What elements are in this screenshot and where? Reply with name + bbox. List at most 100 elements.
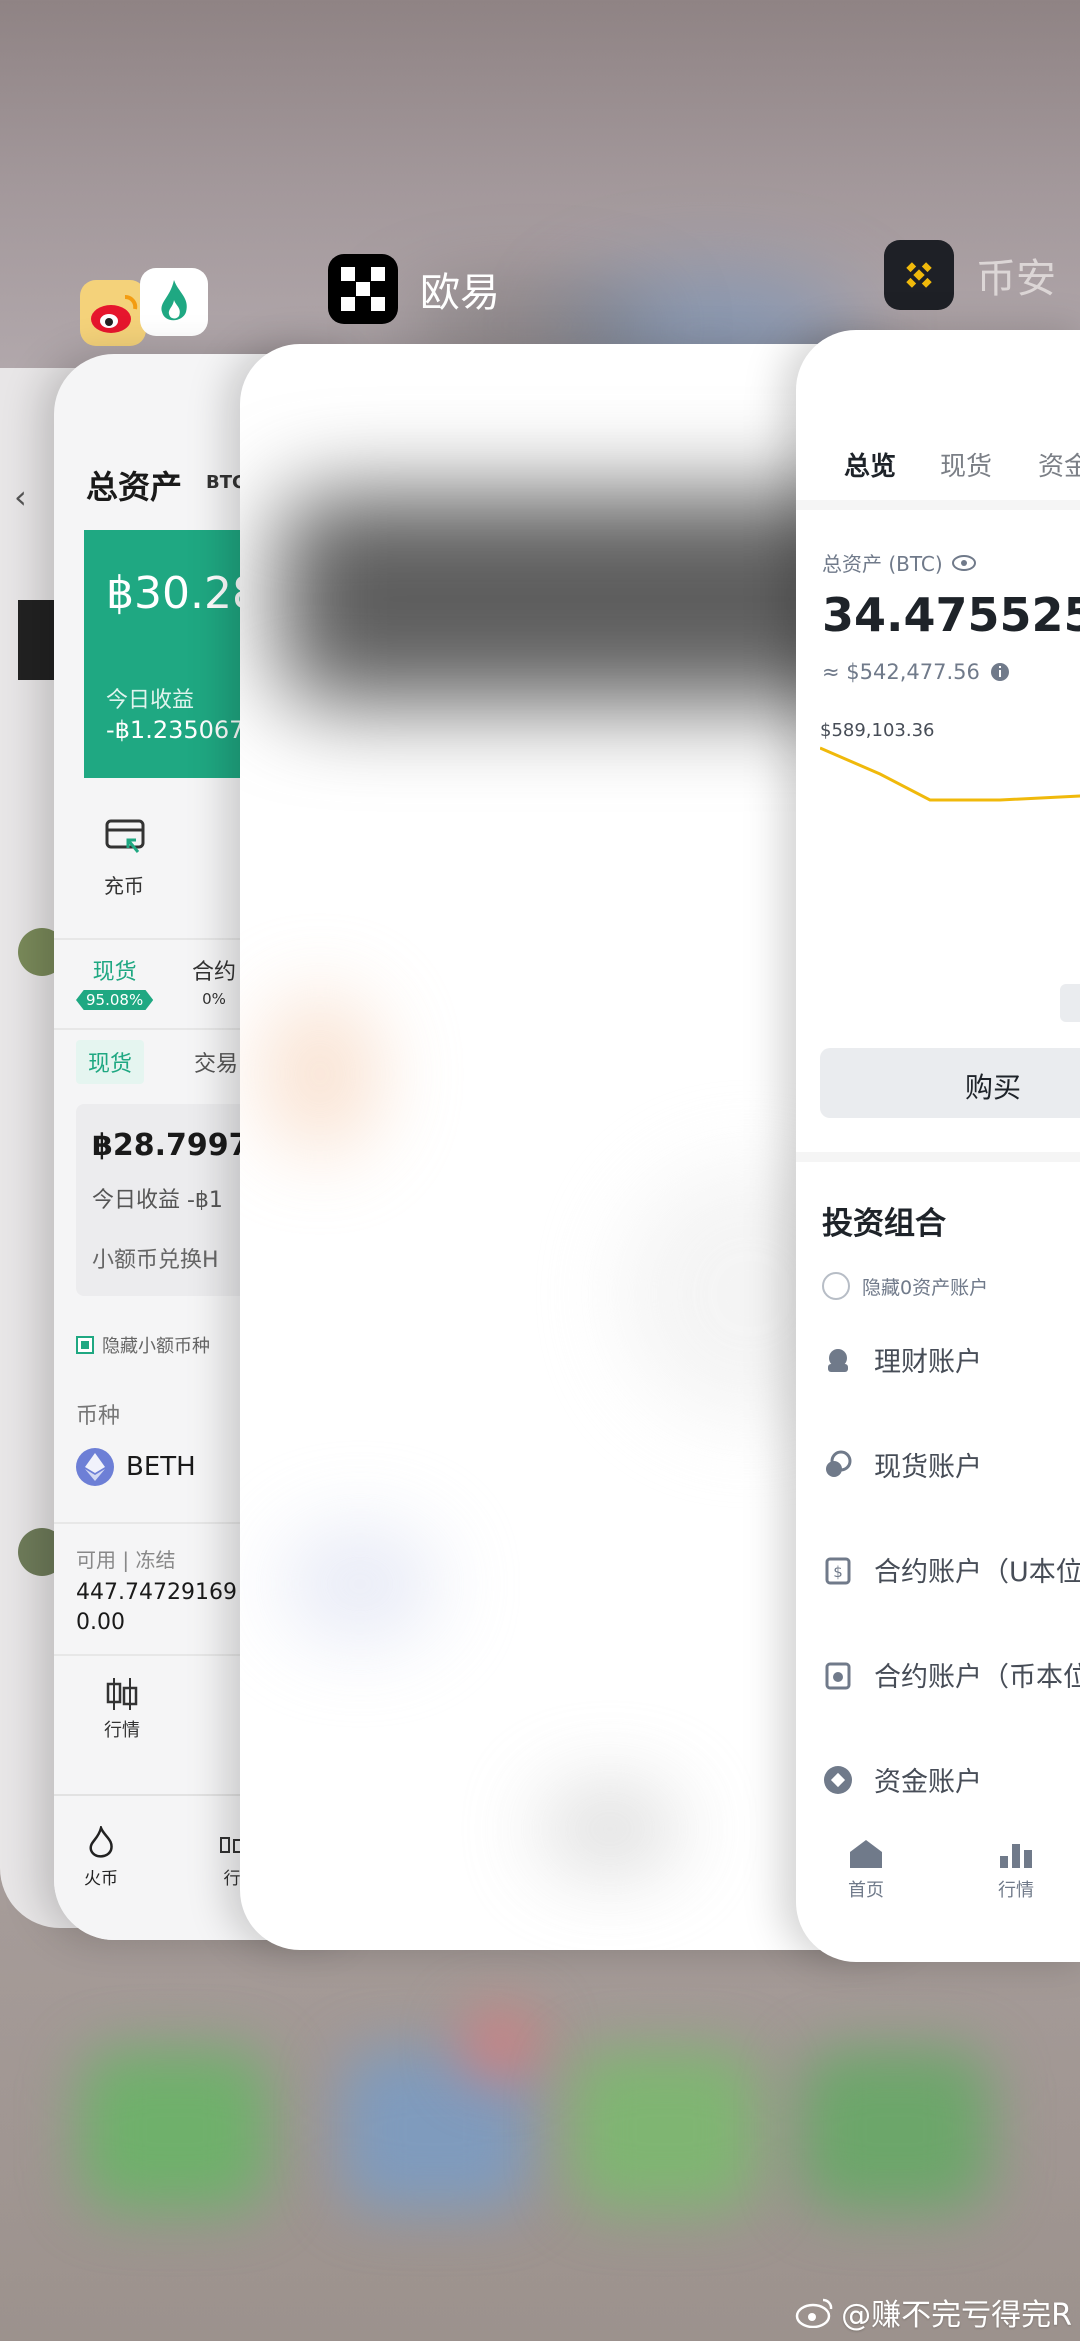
usd-contract-icon: $ (822, 1554, 854, 1586)
market-button[interactable]: 行情 (104, 1676, 140, 1742)
account-row-earn[interactable]: 理财账户 (822, 1340, 982, 1379)
asset-trend-line (820, 746, 1080, 802)
account-row-coinm-futures[interactable]: 合约账户（币本位 (822, 1655, 1080, 1694)
nav-huobi[interactable]: 火币 (84, 1823, 118, 1889)
dock-app-wechat (800, 2050, 990, 2210)
divider (796, 500, 1080, 510)
post-thumbnail (18, 600, 58, 680)
tab-futures[interactable]: 合约 0% (192, 954, 236, 1008)
weibo-icon (80, 280, 146, 346)
today-pnl-label: 今日收益 (106, 688, 195, 713)
portfolio-title: 投资组合 (822, 1206, 946, 1242)
nav-markets[interactable]: 行情 (998, 1838, 1034, 1902)
chart-range-button[interactable] (1060, 984, 1080, 1022)
watermark: @赚不完亏得完R (795, 2290, 1072, 2334)
svg-text:$: $ (833, 1563, 843, 1581)
nav-home-label: 首页 (848, 1880, 884, 1901)
dock-badge (460, 2010, 540, 2080)
hide-small-label: 隐藏小额币种 (102, 1336, 210, 1357)
market-label: 行情 (104, 1720, 140, 1741)
ethereum-icon (76, 1448, 114, 1486)
checkbox[interactable] (76, 1336, 94, 1354)
huobi-flame-icon (140, 268, 208, 336)
hide-small-toggle[interactable]: 隐藏小额币种 (76, 1332, 210, 1358)
balance-value: ฿30.28 (106, 568, 260, 619)
binance-logo-icon (884, 240, 954, 310)
dock-app-messages (570, 2050, 760, 2210)
tab-spot-percent: 95.08% (76, 990, 154, 1010)
account-usdm-label: 合约账户（U本位 (874, 1557, 1080, 1588)
buy-label: 购买 (965, 1071, 1022, 1104)
tab-futures-percent: 0% (202, 990, 226, 1008)
blurred-content (260, 994, 380, 1154)
coin-contract-icon (822, 1659, 854, 1691)
deposit-label: 充币 (104, 874, 144, 898)
flame-icon (89, 1823, 113, 1858)
coin-name: BETH (126, 1452, 196, 1482)
back-chevron-icon: ‹ (14, 478, 27, 516)
info-icon[interactable] (990, 662, 1010, 682)
small-convert-link[interactable]: 小额币兑换H (92, 1242, 219, 1274)
tab-spot[interactable]: 现货 95.08% (76, 954, 154, 1010)
available-frozen-label: 可用 | 冻结 (76, 1548, 176, 1572)
blurred-content (540, 1784, 680, 1874)
okx-app-name: 欧易 (420, 271, 500, 315)
spot-balance: ฿28.7997 (92, 1128, 250, 1163)
buy-button[interactable]: 购买 (820, 1048, 1080, 1118)
account-coinm-label: 合约账户（币本位 (874, 1662, 1080, 1693)
total-assets-label: 总资产 (BTC) (822, 552, 943, 576)
nav-huobi-label: 火币 (84, 1869, 118, 1889)
dock-app-phone (80, 2050, 270, 2210)
binance-app-name: 币安 (976, 257, 1056, 301)
account-earn-label: 理财账户 (874, 1347, 982, 1378)
funding-diamond-icon (822, 1764, 854, 1796)
tab-spot-label: 现货 (92, 960, 137, 985)
total-assets-label-row: 总资产 (BTC) (822, 548, 977, 577)
subtab-spot[interactable]: 现货 (76, 1040, 145, 1084)
tab-overview[interactable]: 总览 (844, 446, 896, 483)
spot-today-pnl: 今日收益 -฿1 (92, 1188, 223, 1213)
okx-logo-icon (328, 254, 398, 324)
tab-spot[interactable]: 现货 (940, 446, 992, 483)
nav-markets-label: 行情 (998, 1880, 1034, 1901)
candlestick-icon (106, 1678, 138, 1710)
account-spot-label: 现货账户 (874, 1452, 982, 1483)
okx-app-label[interactable]: 欧易 (328, 254, 500, 324)
frozen-value: 0.00 (76, 1610, 125, 1635)
divider (796, 1152, 1080, 1162)
account-funding-label: 资金账户 (874, 1767, 982, 1798)
weibo-watermark-icon (795, 2298, 833, 2328)
blurred-content (280, 1524, 440, 1644)
watermark-text: @赚不完亏得完R (841, 2298, 1072, 2333)
huobi-app-label[interactable] (140, 268, 208, 336)
usd-value-row: ≈ $542,477.56 (822, 660, 1010, 684)
radio-button[interactable] (822, 1272, 850, 1300)
account-row-funding[interactable]: 资金账户 (822, 1760, 982, 1799)
total-assets-title: 总资产 (86, 468, 183, 506)
deposit-icon (105, 819, 145, 853)
chart-high-label: $589,103.36 (820, 720, 935, 741)
home-icon (850, 1840, 882, 1868)
hide-zero-toggle[interactable]: 隐藏0资产账户 (822, 1272, 988, 1300)
tab-funding[interactable]: 资金 (1038, 446, 1080, 483)
today-pnl-value: -฿1.235067 (106, 716, 245, 744)
hide-zero-label: 隐藏0资产账户 (862, 1276, 989, 1299)
eye-icon[interactable] (951, 554, 977, 572)
piggy-bank-icon (822, 1344, 854, 1376)
usd-value: ≈ $542,477.56 (822, 660, 980, 684)
binance-app-card[interactable]: 总览 现货 资金 总资产 (BTC) 34.4755255 ≈ $542,477… (796, 330, 1080, 1962)
nav-home[interactable]: 首页 (848, 1838, 884, 1902)
subtab-trade[interactable]: 交易 (194, 1046, 238, 1078)
account-row-spot[interactable]: 现货账户 (822, 1445, 982, 1484)
tab-futures-label: 合约 (192, 960, 237, 985)
bar-chart-icon (1000, 1844, 1032, 1868)
available-value: 447.74729169 (76, 1580, 237, 1605)
weibo-app-label[interactable] (80, 280, 146, 346)
total-assets-value: 34.4755255 (822, 588, 1080, 642)
deposit-button[interactable]: 充币 (104, 818, 150, 899)
account-row-usdm-futures[interactable]: $ 合约账户（U本位 (822, 1550, 1080, 1589)
coin-row-beth[interactable]: BETH (76, 1448, 196, 1486)
binance-app-label[interactable]: 币安 (884, 240, 1056, 310)
coins-icon (822, 1449, 854, 1481)
coin-column-header: 币种 (76, 1404, 121, 1429)
